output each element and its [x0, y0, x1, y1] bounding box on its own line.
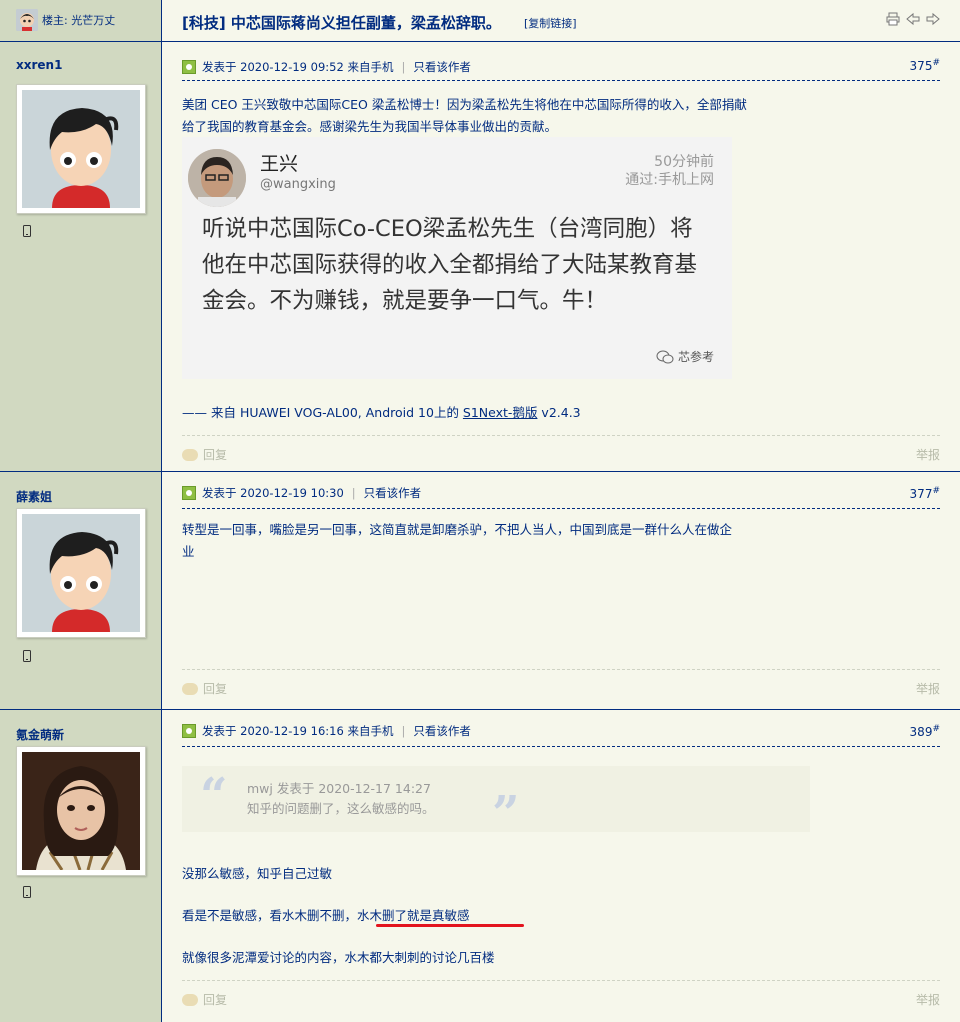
- online-icon: [182, 724, 196, 738]
- post-body: 发表于 2020-12-19 10:30 | 只看该作者 377# 转型是一回事…: [162, 472, 960, 709]
- post-date: 发表于 2020-12-19 16:16 来自手机: [202, 724, 394, 738]
- weibo-source: 芯参考: [656, 348, 714, 365]
- signature-link[interactable]: S1Next-鹅版: [463, 405, 538, 420]
- thread-header: 楼主: 光芒万丈 [科技] 中芯国际蒋尚义担任副董，梁孟松辞职。 [复制链接]: [0, 0, 960, 42]
- mobile-icon: [23, 225, 31, 237]
- post-date: 发表于 2020-12-19 09:52 来自手机: [202, 60, 394, 74]
- post-content: 美团 CEO 王兴致敬中芯国际CEO 梁孟松博士！因为梁孟松先生将他在中芯国际所…: [182, 94, 830, 138]
- report-button[interactable]: 举报: [916, 446, 940, 463]
- post-content: 没那么敏感，知乎自己过敏 看是不是敏感，看水木删不删，水木删了就是真敏感 就像很…: [182, 863, 940, 969]
- only-author-link[interactable]: 只看该作者: [413, 59, 471, 75]
- quote-body: 知乎的问题删了，这么敏感的吗。: [247, 801, 435, 816]
- floor-number[interactable]: 389#: [910, 724, 940, 739]
- mobile-icon: [23, 650, 31, 662]
- red-underline-annotation: [376, 924, 524, 927]
- avatar[interactable]: [16, 508, 146, 638]
- floor-number[interactable]: 377#: [910, 486, 940, 501]
- avatar-icon: [16, 9, 38, 31]
- footer-divider: [182, 669, 940, 670]
- content-line: 美团 CEO 王兴致敬中芯国际CEO 梁孟松博士！因为梁孟松先生将他在中芯国际所…: [182, 97, 747, 112]
- avatar-icon: [22, 90, 140, 208]
- weibo-time: 50分钟前 通过:手机上网: [625, 154, 714, 188]
- post-meta: 发表于 2020-12-19 16:16 来自手机 | 只看该作者: [182, 722, 940, 740]
- report-button[interactable]: 举报: [916, 680, 940, 697]
- footer-divider: [182, 980, 940, 981]
- avatar-icon: [22, 514, 140, 632]
- only-author-link[interactable]: 只看该作者: [364, 485, 422, 501]
- post-author-panel: 薛素姐: [0, 472, 162, 709]
- avatar[interactable]: [16, 746, 146, 876]
- post-author-panel: xxren1: [0, 42, 162, 471]
- online-icon: [182, 486, 196, 500]
- post-date: 发表于 2020-12-19 10:30: [202, 486, 344, 500]
- post-375: xxren1 发表于 2020-12-19 09:52 来自手机 | 只看该作者: [0, 42, 960, 472]
- weibo-text: 听说中芯国际Co-CEO梁孟松先生（台湾同胞）将他在中芯国际获得的收入全都捐给了…: [202, 216, 698, 314]
- post-body: 发表于 2020-12-19 09:52 来自手机 | 只看该作者 375# 美…: [162, 42, 960, 471]
- content-line: 转型是一回事，嘴脸是另一回事，这简直就是卸磨杀驴，不把人当人，中国到底是一群什么…: [182, 522, 733, 537]
- post-footer: 回复 举报: [182, 991, 940, 1008]
- header-icons: [886, 12, 940, 26]
- reply-icon: [182, 993, 198, 1006]
- highlighted-text: 水木删了就是真敏感: [357, 908, 470, 923]
- signature: —— 来自 HUAWEI VOG-AL00, Android 10上的 S1Ne…: [182, 405, 581, 420]
- thread-title: [科技] 中芯国际蒋尚义担任副董，梁孟松辞职。: [182, 14, 501, 32]
- post-meta: 发表于 2020-12-19 10:30 | 只看该作者: [182, 484, 940, 502]
- post-389: 氪金萌新 发表于 2020-12-19 16:16 来自手机 | 只看该作者 3…: [0, 710, 960, 1022]
- prev-icon[interactable]: [906, 12, 920, 26]
- quote-open-icon: “: [200, 768, 228, 824]
- quote-block: “ mwj 发表于 2020-12-17 14:27 知乎的问题删了，这么敏感的…: [182, 766, 810, 842]
- weibo-handle: @wangxing: [260, 177, 336, 192]
- floor-number[interactable]: 375#: [910, 58, 940, 73]
- weibo-screenshot[interactable]: 王兴 @wangxing 50分钟前 通过:手机上网 听说中芯国际Co-CEO梁…: [182, 137, 732, 379]
- reply-button[interactable]: 回复: [182, 991, 227, 1008]
- reply-button[interactable]: 回复: [182, 446, 227, 463]
- post-content: 转型是一回事，嘴脸是另一回事，这简直就是卸磨杀驴，不把人当人，中国到底是一群什么…: [182, 519, 830, 563]
- post-author-panel: 氪金萌新: [0, 710, 162, 1022]
- post-body: 发表于 2020-12-19 16:16 来自手机 | 只看该作者 389# “…: [162, 710, 960, 1022]
- reply-icon: [182, 682, 198, 695]
- avatar-icon: [22, 752, 140, 870]
- weibo-name: 王兴: [260, 153, 299, 175]
- username[interactable]: 薛素姐: [16, 488, 52, 505]
- content-line: 给了我国的教育基金会。感谢梁先生为我国半导体事业做出的贡献。: [182, 119, 558, 134]
- mobile-icon: [23, 886, 31, 898]
- avatar[interactable]: [16, 84, 146, 214]
- post-meta: 发表于 2020-12-19 09:52 来自手机 | 只看该作者: [182, 58, 940, 76]
- username[interactable]: 氪金萌新: [16, 726, 64, 743]
- post-footer: 回复 举报: [182, 446, 940, 463]
- weibo-avatar: [188, 149, 246, 207]
- op-info[interactable]: 楼主: 光芒万丈: [16, 9, 115, 31]
- reply-button[interactable]: 回复: [182, 680, 227, 697]
- online-icon: [182, 60, 196, 74]
- meta-divider: [182, 80, 940, 81]
- post-377: 薛素姐 发表于 2020-12-19 10:30 | 只看该作者 377# 转型…: [0, 472, 960, 710]
- report-button[interactable]: 举报: [916, 991, 940, 1008]
- op-label: 楼主: 光芒万丈: [42, 14, 116, 27]
- footer-divider: [182, 435, 940, 436]
- post-footer: 回复 举报: [182, 680, 940, 697]
- only-author-link[interactable]: 只看该作者: [413, 723, 471, 739]
- next-icon[interactable]: [926, 12, 940, 26]
- header-main: [科技] 中芯国际蒋尚义担任副董，梁孟松辞职。 [复制链接]: [162, 0, 960, 41]
- reply-icon: [182, 448, 198, 461]
- meta-divider: [182, 508, 940, 509]
- quote-close-icon: ”: [492, 786, 520, 842]
- content-line: 就像很多泥潭爱讨论的内容，水木都大刺刺的讨论几百楼: [182, 950, 495, 965]
- print-icon[interactable]: [886, 12, 900, 26]
- meta-divider: [182, 746, 940, 747]
- header-side: 楼主: 光芒万丈: [0, 0, 162, 41]
- copy-link-button[interactable]: [复制链接]: [524, 15, 577, 31]
- wechat-icon: [656, 350, 674, 363]
- content-line: 业: [182, 544, 195, 559]
- content-line: 看是不是敏感，看水木删不删，水木删了就是真敏感: [182, 908, 470, 923]
- username[interactable]: xxren1: [16, 58, 62, 72]
- content-line: 没那么敏感，知乎自己过敏: [182, 866, 333, 881]
- quote-header: mwj 发表于 2020-12-17 14:27: [247, 781, 431, 796]
